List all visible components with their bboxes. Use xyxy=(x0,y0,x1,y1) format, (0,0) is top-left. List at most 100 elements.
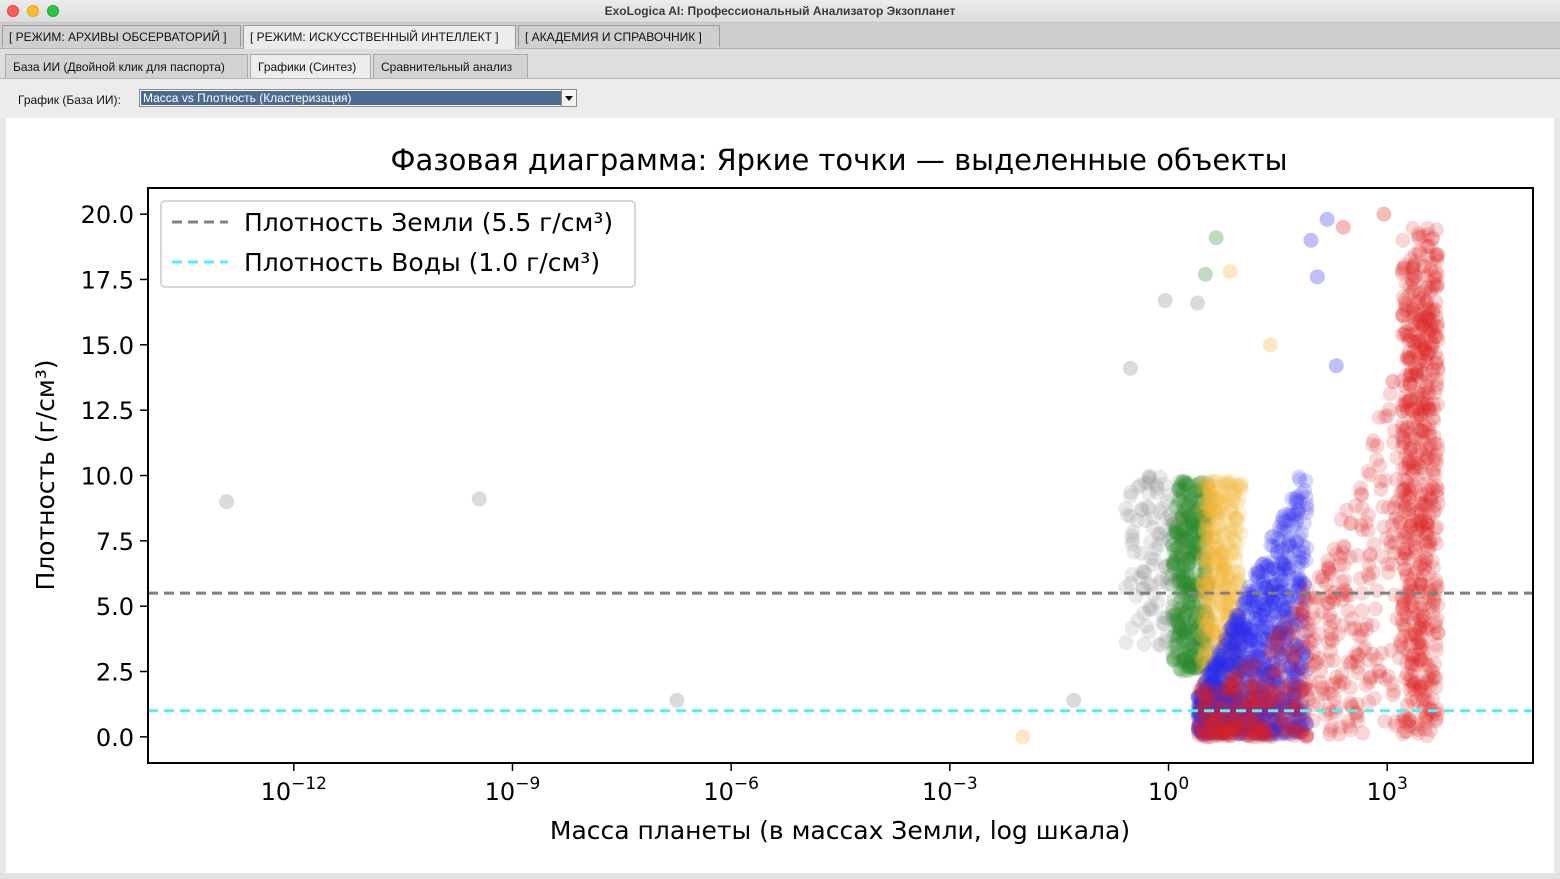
outlier-point xyxy=(1262,337,1278,353)
scatter-point xyxy=(1320,558,1336,574)
scatter-point xyxy=(1368,601,1384,617)
scatter-point xyxy=(1266,578,1282,594)
chart-controls: График (База ИИ): Масса vs Плотность (Кл… xyxy=(0,79,1560,118)
scatter-point xyxy=(1409,529,1425,545)
scatter-point xyxy=(1386,434,1402,450)
y-axis-label: Плотность (г/см³) xyxy=(31,360,60,591)
outlier-point xyxy=(1157,292,1173,308)
scatter-point xyxy=(1429,436,1445,452)
scatter-point xyxy=(1426,593,1442,609)
scatter-point xyxy=(1206,524,1222,540)
scatter-point xyxy=(1231,630,1247,646)
scatter-point xyxy=(1428,618,1444,634)
scatter-point xyxy=(1417,496,1433,512)
scatter-point xyxy=(1341,718,1357,734)
scatter-point xyxy=(1395,308,1411,324)
scatter-point xyxy=(1272,534,1288,550)
y-axis-ticks: 0.0 2.5 5.0 7.5 10.0 12.5 15.0 17.5 20.0 xyxy=(81,201,148,752)
scatter-point xyxy=(1282,582,1298,598)
scatter-point xyxy=(1222,728,1238,744)
chevron-down-icon[interactable] xyxy=(561,90,576,106)
y-tick-label: 2.5 xyxy=(96,659,134,687)
chart-type-select[interactable]: Масса vs Плотность (Кластеризация) xyxy=(139,89,577,107)
mode-tab-bar: [ РЕЖИМ: АРХИВЫ ОБСЕРВАТОРИЙ ] [ РЕЖИМ: … xyxy=(0,23,1560,49)
scatter-point xyxy=(1428,264,1444,280)
scatter-point xyxy=(1380,565,1396,581)
scatter-point xyxy=(1410,722,1426,738)
scatter-point xyxy=(1180,545,1196,561)
scatter-point xyxy=(1428,483,1444,499)
scatter-point xyxy=(1118,634,1134,650)
scatter-point xyxy=(1360,464,1376,480)
chart-title: Фазовая диаграмма: Яркие точки — выделен… xyxy=(391,143,1288,177)
scatter-point xyxy=(1387,714,1403,730)
scatter-point xyxy=(1249,598,1265,614)
chart-select-label: График (База ИИ): xyxy=(18,93,121,107)
scatter-point xyxy=(1175,611,1191,627)
scatter-point xyxy=(1428,713,1444,729)
scatter-point xyxy=(1358,616,1374,632)
scatter-point xyxy=(1289,512,1305,528)
outlier-point xyxy=(1376,206,1392,222)
tab-mode-ai[interactable]: [ РЕЖИМ: ИСКУССТВЕННЫЙ ИНТЕЛЛЕКТ ] xyxy=(243,25,516,49)
scatter-point xyxy=(1195,677,1211,693)
legend-label-earth: Плотность Земли (5.5 г/см³) xyxy=(244,208,613,237)
scatter-point xyxy=(1325,653,1341,669)
tab-mode-archives[interactable]: [ РЕЖИМ: АРХИВЫ ОБСЕРВАТОРИЙ ] xyxy=(2,25,241,47)
tab-mode-academy[interactable]: [ АКАДЕМИЯ И СПРАВОЧНИК ] xyxy=(518,25,720,47)
scatter-point xyxy=(1397,500,1413,516)
scatter-point xyxy=(1336,538,1352,554)
title-bar: ExoLogica AI: Профессиональный Анализато… xyxy=(0,0,1560,23)
scatter-point xyxy=(1424,691,1440,707)
scatter-point xyxy=(1213,654,1229,670)
scatter-point xyxy=(1342,695,1358,711)
x-tick-label: 100 xyxy=(1148,774,1189,806)
scatter-point xyxy=(1201,664,1217,680)
scatter-point xyxy=(1389,450,1405,466)
scatter-point xyxy=(1322,726,1338,742)
scatter-point xyxy=(1415,392,1431,408)
scatter-point xyxy=(1166,556,1182,572)
scatter-point xyxy=(1393,635,1409,651)
scatter-point xyxy=(1180,559,1196,575)
outlier-point xyxy=(669,692,685,708)
y-tick-label: 0.0 xyxy=(96,724,134,752)
scatter-point xyxy=(1260,681,1276,697)
outlier-point xyxy=(1190,295,1206,311)
y-tick-label: 15.0 xyxy=(81,332,134,360)
outlier-point xyxy=(1328,358,1344,374)
scatter-point xyxy=(1238,725,1254,741)
scatter-point xyxy=(1228,510,1244,526)
outlier-point xyxy=(1122,360,1138,376)
scatter-point xyxy=(1279,614,1295,630)
outlier-point xyxy=(1319,211,1335,227)
tab-comparative-analysis[interactable]: Сравнительный анализ xyxy=(373,54,528,78)
y-tick-label: 17.5 xyxy=(81,266,134,294)
scatter-point xyxy=(1426,452,1442,468)
y-tick-label: 5.0 xyxy=(96,593,134,621)
scatter-point xyxy=(1406,478,1422,494)
scatter-point xyxy=(1136,564,1152,580)
scatter-point xyxy=(1416,674,1432,690)
legend-label-water: Плотность Воды (1.0 г/см³) xyxy=(244,248,600,277)
scatter-point xyxy=(1323,686,1339,702)
tab-charts-synthesis[interactable]: Графики (Синтез) xyxy=(250,54,371,78)
scatter-point xyxy=(1228,680,1244,696)
outlier-point xyxy=(1392,515,1408,531)
scatter-point xyxy=(1141,624,1157,640)
outlier-point xyxy=(1066,692,1082,708)
scatter-point xyxy=(1142,599,1158,615)
scatter-point xyxy=(1366,690,1382,706)
scatter-point xyxy=(1298,728,1314,744)
scatter-point xyxy=(1172,573,1188,589)
scatter-point xyxy=(1208,552,1224,568)
tab-ai-database[interactable]: База ИИ (Двойной клик для паспорта) xyxy=(5,54,248,78)
scatter-point xyxy=(1417,561,1433,577)
y-tick-label: 10.0 xyxy=(81,463,134,491)
scatter-point xyxy=(1291,469,1307,485)
outlier-point xyxy=(471,491,487,507)
x-tick-label: 10−6 xyxy=(703,774,759,806)
scatter-point xyxy=(1206,725,1222,741)
scatter-point xyxy=(1197,495,1213,511)
scatter-point xyxy=(1369,452,1385,468)
